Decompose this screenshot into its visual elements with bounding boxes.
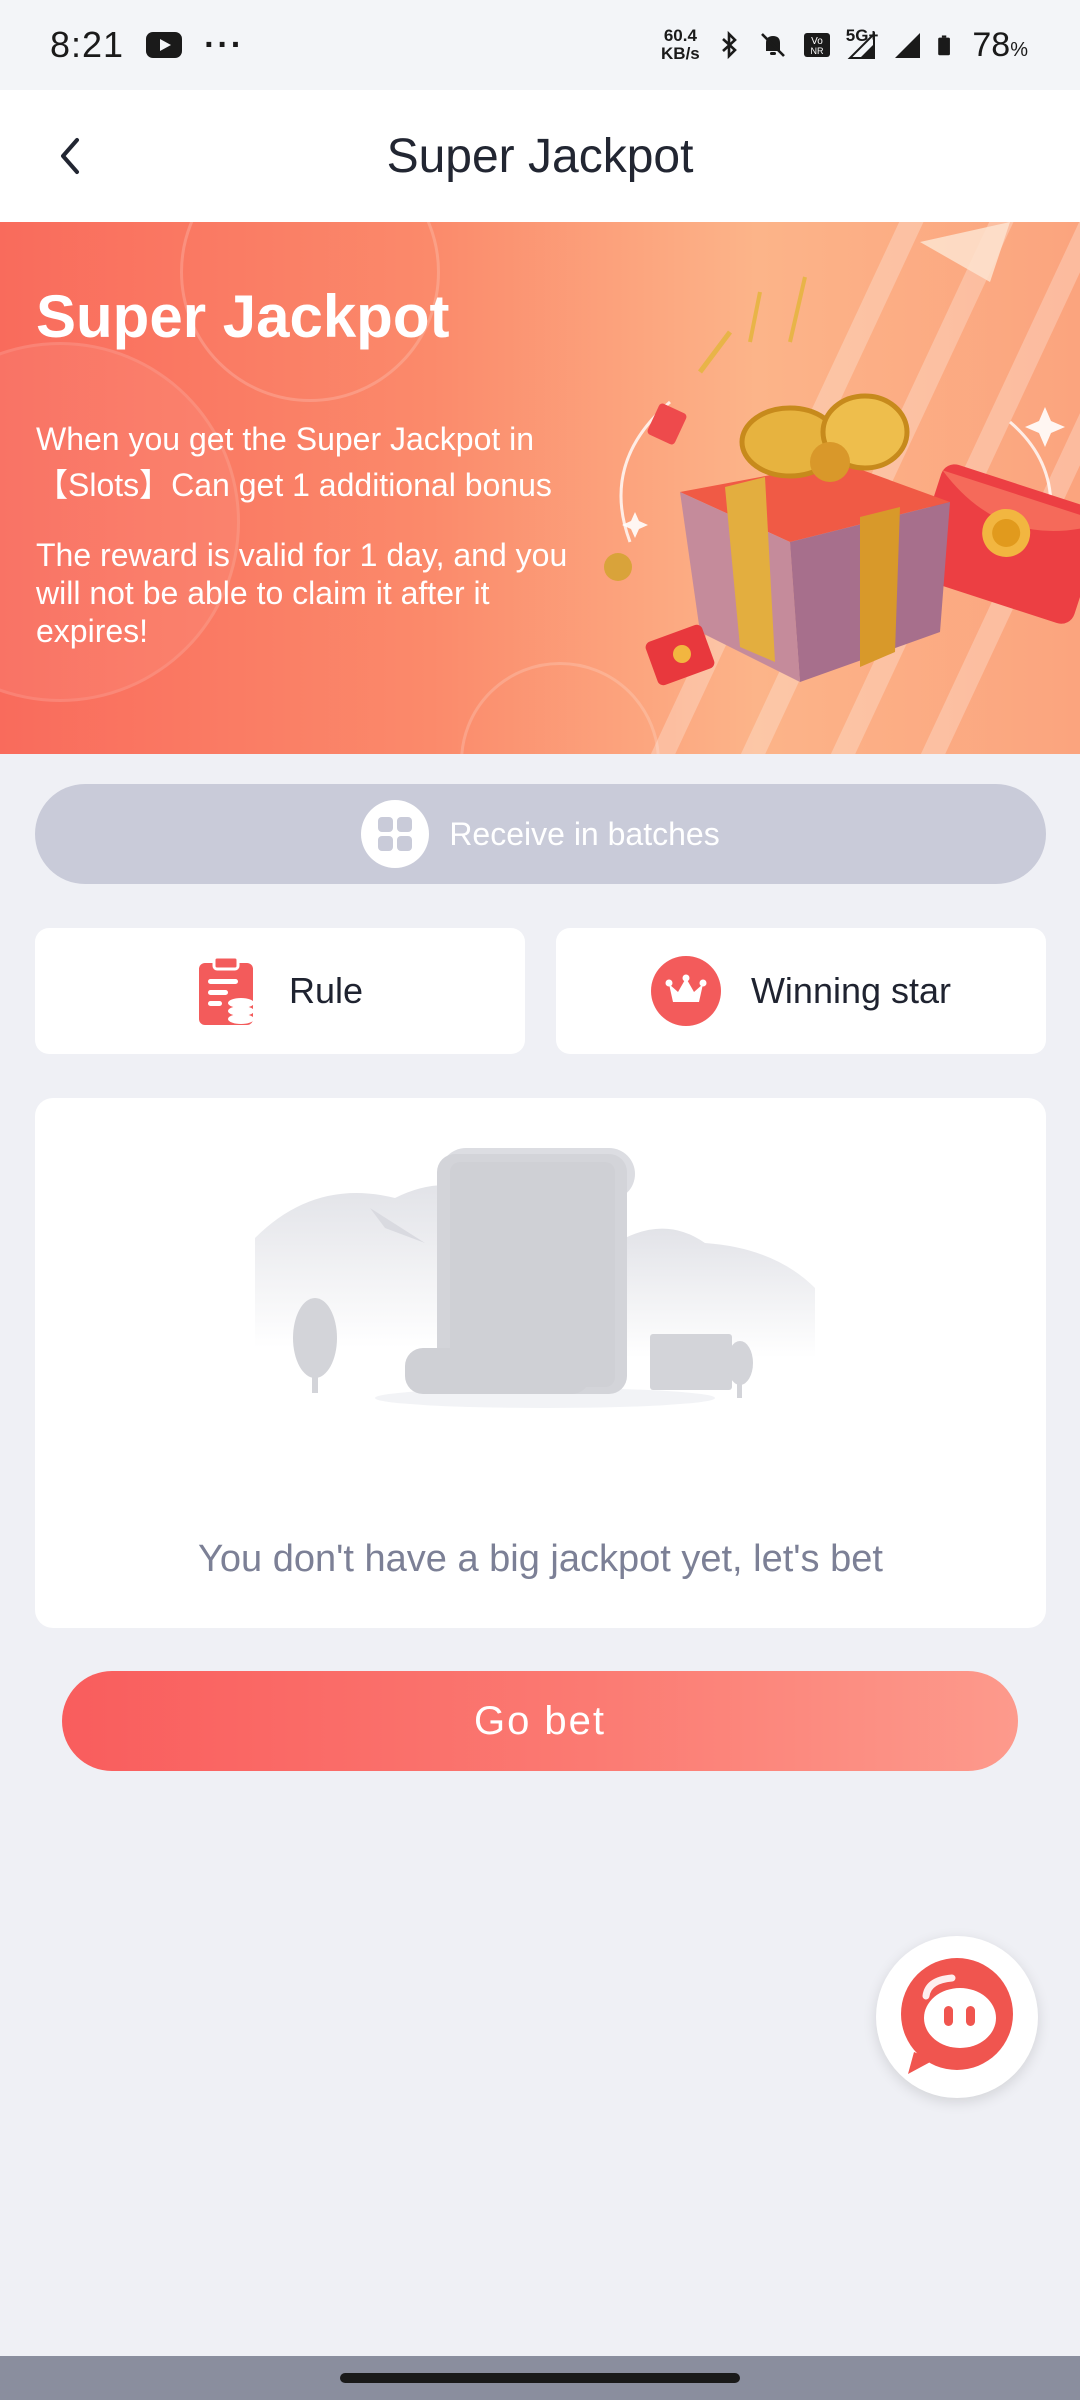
- back-button[interactable]: [40, 126, 100, 186]
- network-speed: 60.4 KB/s: [661, 27, 700, 63]
- banner-validity-note: The reward is valid for 1 day, and you w…: [36, 537, 568, 649]
- banner-title: Super Jackpot: [36, 283, 450, 350]
- status-time: 8:21: [50, 24, 125, 65]
- battery-percent: 78%: [972, 26, 1028, 65]
- volte-icon: Vo NR: [803, 33, 830, 57]
- status-right: 60.4 KB/s Vo NR 5G+ 78%: [661, 26, 1028, 65]
- signal-icon: [895, 33, 921, 58]
- page-title: Super Jackpot: [386, 129, 694, 183]
- empty-state-card: You don't have a big jackpot yet, let's …: [35, 1098, 1046, 1628]
- empty-document-illustration: [255, 1148, 815, 1408]
- network-speed-value: 60.4: [663, 26, 697, 45]
- nav-bar: Super Jackpot: [0, 90, 1080, 222]
- winning-star-button[interactable]: Winning star: [556, 928, 1046, 1054]
- banner-description: When you get the Super Jackpot in 【Slots…: [36, 421, 552, 503]
- status-left: 8:21 ···: [50, 24, 244, 66]
- network-speed-unit: KB/s: [661, 44, 700, 63]
- bluetooth-icon: [721, 30, 737, 60]
- receive-in-batches-label: Receive in batches: [449, 815, 720, 852]
- receive-in-batches-button[interactable]: Receive in batches: [35, 784, 1046, 884]
- gift-box-illustration: [604, 222, 1080, 754]
- svg-text:NR: NR: [810, 46, 823, 56]
- mute-bell-icon: [760, 33, 785, 57]
- battery-unit: %: [1010, 38, 1028, 61]
- battery-value: 78: [972, 25, 1011, 64]
- go-bet-button[interactable]: Go bet: [62, 1671, 1018, 1771]
- empty-state-message: You don't have a big jackpot yet, let's …: [198, 1538, 883, 1580]
- crown-icon: [650, 956, 721, 1026]
- rule-button[interactable]: Rule: [35, 928, 525, 1054]
- battery-icon: [938, 35, 951, 56]
- clipboard-coins-icon: [198, 955, 254, 1025]
- customer-service-button[interactable]: [876, 1936, 1038, 2098]
- chat-bubble-icon: [901, 1958, 1013, 2074]
- chevron-left-icon: [61, 138, 79, 174]
- network-type: 5G+: [845, 26, 879, 45]
- rule-label: Rule: [288, 970, 364, 1011]
- grid-icon: [361, 800, 430, 868]
- youtube-icon: [146, 32, 183, 58]
- go-bet-label: Go bet: [473, 1698, 607, 1743]
- home-gesture-handle[interactable]: [340, 2373, 740, 2383]
- more-notifications-icon: ···: [204, 25, 245, 64]
- status-bar: 8:21 ··· 60.4 KB/s Vo NR 5G+ 78%: [0, 0, 1080, 90]
- jackpot-banner: Super Jackpot When you get the Super Jac…: [0, 222, 1080, 754]
- winning-star-label: Winning star: [750, 970, 952, 1011]
